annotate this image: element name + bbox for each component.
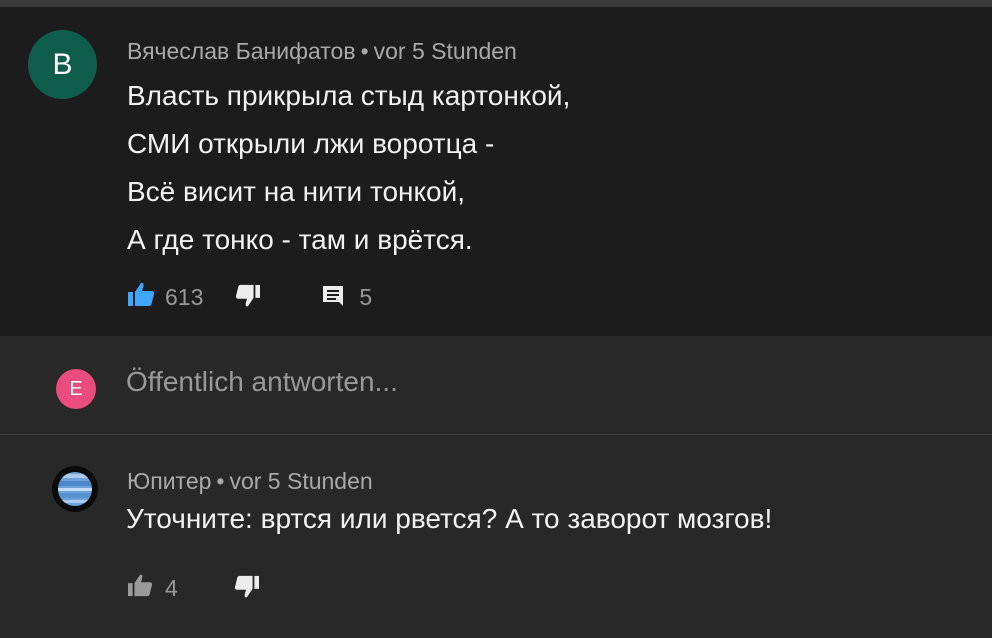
comment-meta: Юпитер • vor 5 Stunden (127, 468, 373, 495)
meta-separator: • (360, 38, 369, 64)
timestamp: vor 5 Stunden (373, 38, 517, 64)
avatar[interactable] (52, 466, 98, 512)
comment-meta: Вячеслав Банифатов • vor 5 Stunden (127, 38, 517, 65)
divider (0, 434, 992, 435)
planet-icon (58, 472, 92, 506)
thumb-up-icon[interactable] (127, 281, 155, 313)
thumb-up-icon[interactable] (127, 573, 153, 603)
thumb-down-icon[interactable] (235, 284, 261, 314)
comment-actions: 4 (127, 571, 260, 605)
author-name[interactable]: Вячеслав Банифатов (127, 38, 356, 64)
meta-separator: • (216, 468, 225, 494)
timestamp: vor 5 Stunden (229, 468, 373, 494)
like-count: 4 (165, 574, 178, 601)
comment-actions: 613 5 (127, 280, 372, 314)
comment-line: Всё висит на нити тонкой, (127, 176, 466, 207)
top-bar (0, 0, 992, 7)
reply-input-row: E Öffentlich antworten... (0, 336, 992, 434)
reply-input[interactable]: Öffentlich antworten... (126, 366, 398, 398)
avatar[interactable]: B (28, 30, 97, 99)
comment-text: Уточните: вртся или рвется? А то заворот… (126, 503, 773, 534)
comment-text: Власть прикрыла стыд картонкой, СМИ откр… (127, 72, 570, 264)
reply-count[interactable]: 5 (359, 284, 372, 311)
comment-line: СМИ открыли лжи воротца - (127, 128, 495, 159)
comment-line: А где тонко - там и врётся. (127, 224, 473, 255)
comment-icon[interactable] (321, 284, 345, 314)
author-name[interactable]: Юпитер (127, 468, 211, 494)
like-count: 613 (165, 283, 204, 310)
thumb-down-icon[interactable] (234, 575, 260, 605)
comment-line: Власть прикрыла стыд картонкой, (127, 80, 571, 111)
avatar: E (56, 369, 96, 409)
